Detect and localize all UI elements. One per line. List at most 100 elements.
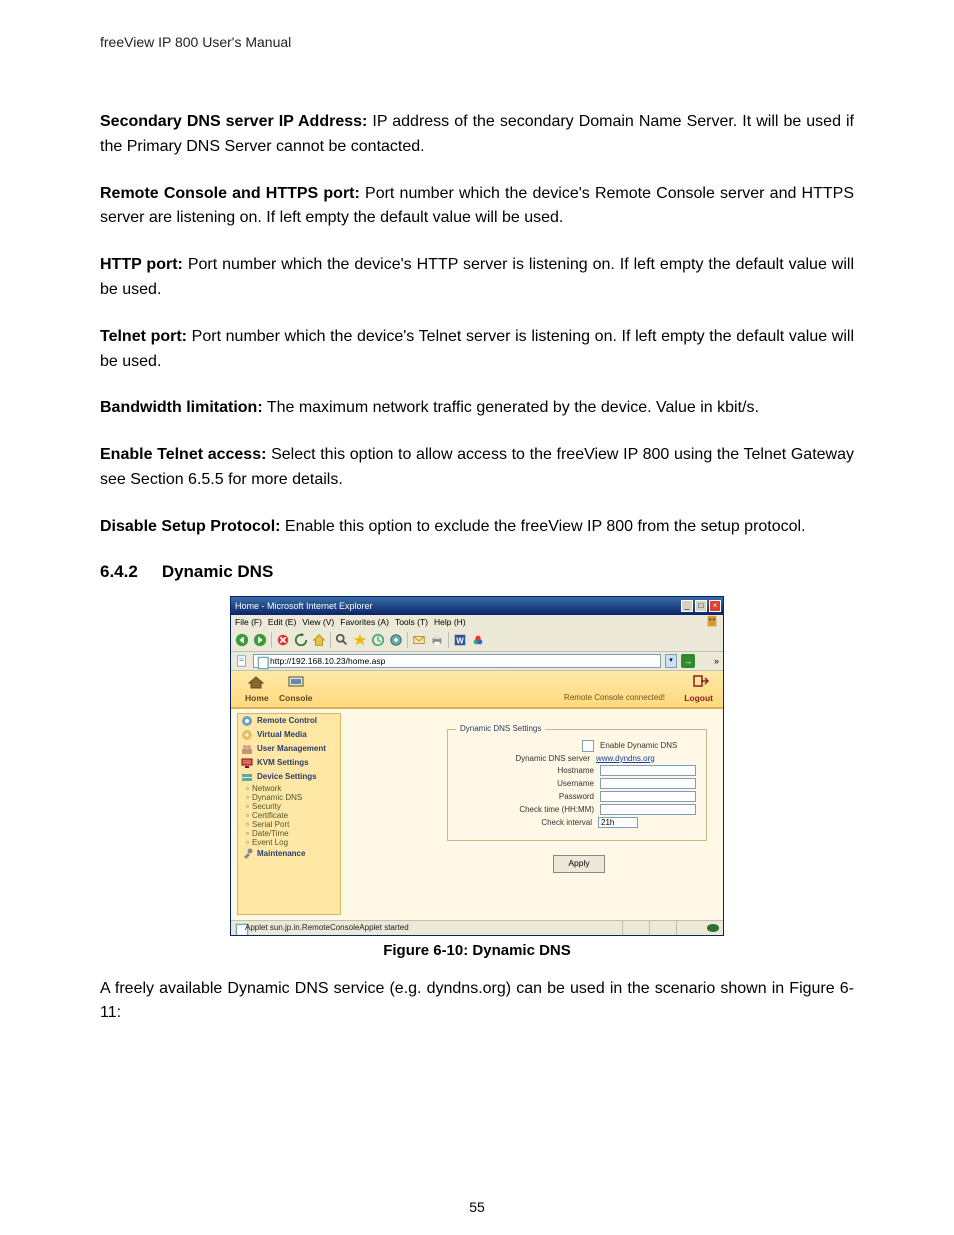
mail-icon[interactable] <box>412 633 426 647</box>
logout-icon[interactable] <box>693 675 709 689</box>
sidebar-sub-dynamic-dns[interactable]: ▫Dynamic DNS <box>238 793 340 802</box>
def-text: Enable this option to exclude the freeVi… <box>280 518 805 535</box>
def-label: Secondary DNS server IP Address: <box>100 113 367 130</box>
app-header: Home Console Remote Console connected! L… <box>231 671 723 709</box>
virtual-media-icon <box>241 729 253 741</box>
sidebar: Remote Control Virtual Media User Manage… <box>237 713 341 915</box>
sidebar-sub-date-time[interactable]: ▫Date/Time <box>238 829 340 838</box>
def-bandwidth: Bandwidth limitation: The maximum networ… <box>100 396 854 421</box>
console-header-icon[interactable] <box>287 675 305 689</box>
password-input[interactable] <box>600 791 696 802</box>
address-dropdown[interactable]: ▾ <box>665 654 677 668</box>
address-text: http://192.168.10.23/home.asp <box>270 655 385 667</box>
window-close-button[interactable]: × <box>709 600 721 612</box>
sidebar-sub-event-log[interactable]: ▫Event Log <box>238 838 340 847</box>
sidebar-item-kvm-settings[interactable]: KVM Settings <box>238 756 340 770</box>
window-maximize-button[interactable]: □ <box>695 600 707 612</box>
media-icon[interactable] <box>389 633 403 647</box>
hostname-input[interactable] <box>600 765 696 776</box>
sidebar-item-virtual-media[interactable]: Virtual Media <box>238 728 340 742</box>
back-icon[interactable] <box>235 633 249 647</box>
home-header-icon[interactable] <box>247 675 265 689</box>
def-label: Disable Setup Protocol: <box>100 518 280 535</box>
ddns-server-label: Dynamic DNS server <box>482 754 590 763</box>
header-home-label[interactable]: Home <box>245 693 269 703</box>
checkinterval-input[interactable] <box>598 817 638 828</box>
menu-bar: File (F) Edit (E) View (V) Favorites (A)… <box>231 615 723 629</box>
header-logout-label[interactable]: Logout <box>684 693 713 703</box>
svg-text:W: W <box>456 636 464 645</box>
password-label: Password <box>486 792 594 801</box>
username-input[interactable] <box>600 778 696 789</box>
menu-favorites[interactable]: Favorites (A) <box>340 617 389 627</box>
figure-screenshot: Home - Microsoft Internet Explorer _ □ ×… <box>230 596 724 936</box>
post-figure-paragraph: A freely available Dynamic DNS service (… <box>100 977 854 1027</box>
kvm-settings-icon <box>241 757 253 769</box>
def-secdns: Secondary DNS server IP Address: IP addr… <box>100 110 854 160</box>
ie-logo-icon <box>705 615 719 629</box>
sidebar-sub-label: Event Log <box>252 838 288 847</box>
enable-ddns-checkbox[interactable] <box>582 740 594 752</box>
sidebar-item-remote-control[interactable]: Remote Control <box>238 714 340 728</box>
def-telnetport: Telnet port: Port number which the devic… <box>100 325 854 375</box>
history-icon[interactable] <box>371 633 385 647</box>
browser-toolbar: W <box>231 629 723 652</box>
fieldset-legend: Dynamic DNS Settings <box>456 724 545 733</box>
user-management-icon <box>241 743 253 755</box>
sidebar-item-device-settings[interactable]: Device Settings <box>238 770 340 784</box>
sidebar-sub-network[interactable]: ▫Network <box>238 784 340 793</box>
go-button[interactable]: → <box>681 654 695 668</box>
def-label: Telnet port: <box>100 328 187 345</box>
sidebar-item-maintenance[interactable]: Maintenance <box>238 847 340 861</box>
sidebar-item-label: Maintenance <box>257 849 305 858</box>
favorites-icon[interactable] <box>353 633 367 647</box>
checktime-input[interactable] <box>600 804 696 815</box>
window-title: Home - Microsoft Internet Explorer <box>235 601 373 611</box>
def-text: Port number which the device's Telnet se… <box>100 328 854 370</box>
maintenance-icon <box>241 848 253 860</box>
word-icon[interactable]: W <box>453 633 467 647</box>
statusbar-text: Applet sun.jp.in.RemoteConsoleApplet sta… <box>245 923 409 932</box>
doc-header: freeView IP 800 User's Manual <box>100 34 854 50</box>
sidebar-sub-label: Dynamic DNS <box>252 793 302 802</box>
def-label: Enable Telnet access: <box>100 446 266 463</box>
def-label: Remote Console and HTTPS port: <box>100 185 360 202</box>
sidebar-item-label: Virtual Media <box>257 730 307 739</box>
menu-tools[interactable]: Tools (T) <box>395 617 428 627</box>
msn-icon[interactable] <box>471 633 485 647</box>
def-disablesetup: Disable Setup Protocol: Enable this opti… <box>100 515 854 540</box>
sidebar-sub-certificate[interactable]: ▫Certificate <box>238 811 340 820</box>
refresh-icon[interactable] <box>294 633 308 647</box>
menu-file[interactable]: File (F) <box>235 617 262 627</box>
sidebar-item-label: KVM Settings <box>257 758 309 767</box>
sidebar-sub-security[interactable]: ▫Security <box>238 802 340 811</box>
def-label: HTTP port: <box>100 256 183 273</box>
applet-icon <box>235 923 245 933</box>
browser-statusbar: Applet sun.jp.in.RemoteConsoleApplet sta… <box>231 920 723 935</box>
def-label: Bandwidth limitation: <box>100 399 263 416</box>
sidebar-item-user-management[interactable]: User Management <box>238 742 340 756</box>
enable-ddns-label: Enable Dynamic DNS <box>600 741 696 750</box>
page-icon <box>235 654 249 668</box>
def-httpport: HTTP port: Port number which the device'… <box>100 253 854 303</box>
remote-control-icon <box>241 715 253 727</box>
sidebar-sub-serial-port[interactable]: ▫Serial Port <box>238 820 340 829</box>
search-icon[interactable] <box>335 633 349 647</box>
header-status-text: Remote Console connected! <box>564 693 665 702</box>
stop-icon[interactable] <box>276 633 290 647</box>
window-minimize-button[interactable]: _ <box>681 600 693 612</box>
ddns-server-link[interactable]: www.dyndns.org <box>596 754 696 763</box>
menu-edit[interactable]: Edit (E) <box>268 617 296 627</box>
print-icon[interactable] <box>430 633 444 647</box>
def-telnetacc: Enable Telnet access: Select this option… <box>100 443 854 493</box>
forward-icon[interactable] <box>253 633 267 647</box>
def-rcport: Remote Console and HTTPS port: Port numb… <box>100 182 854 232</box>
address-input[interactable]: http://192.168.10.23/home.asp <box>253 654 661 668</box>
menu-view[interactable]: View (V) <box>302 617 334 627</box>
content-area: Dynamic DNS Settings Enable Dynamic DNS … <box>347 713 717 915</box>
apply-button[interactable]: Apply <box>553 855 605 873</box>
page-number: 55 <box>0 1199 954 1215</box>
header-console-label[interactable]: Console <box>279 693 313 703</box>
menu-help[interactable]: Help (H) <box>434 617 466 627</box>
home-icon[interactable] <box>312 633 326 647</box>
